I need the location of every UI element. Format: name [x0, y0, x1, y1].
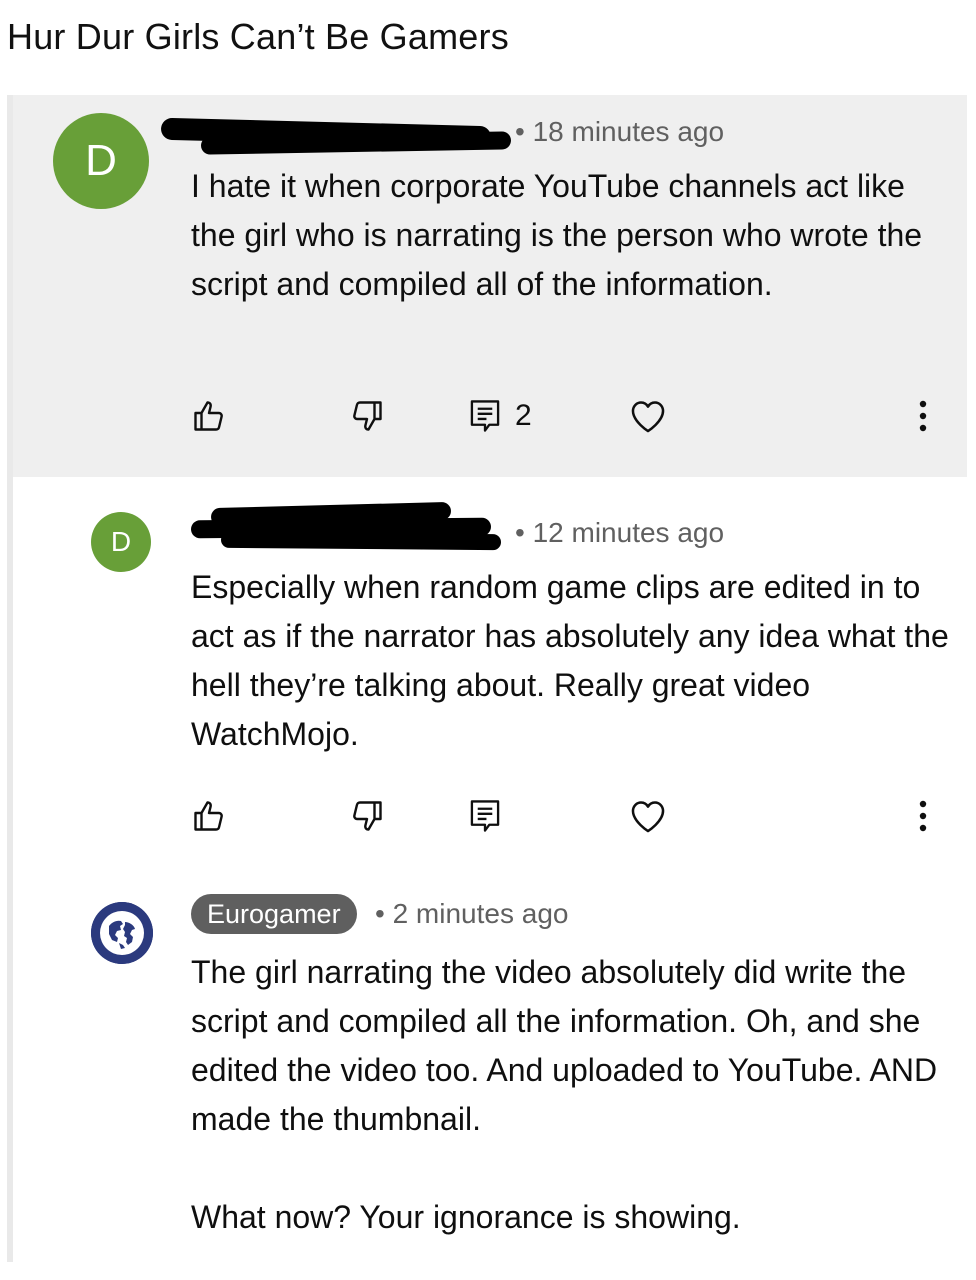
comment-time: • 12 minutes ago	[515, 517, 725, 548]
avatar[interactable]: D	[91, 512, 151, 572]
comment-actions	[191, 791, 951, 841]
eurogamer-avatar[interactable]	[91, 902, 153, 964]
comment-text: I hate it when corporate YouTube channel…	[191, 168, 923, 302]
thumbs-down-icon	[353, 801, 382, 831]
heart-icon	[631, 801, 665, 833]
dislike-button[interactable]	[349, 391, 385, 441]
redacted-username	[220, 531, 502, 551]
globe-logo-icon	[91, 902, 153, 964]
more-vertical-icon	[919, 400, 927, 432]
heart-icon	[631, 401, 665, 433]
like-button[interactable]	[191, 391, 227, 441]
comment-1: D • 18 minutes ago I hate it when corpor…	[13, 95, 967, 477]
comment-text: The girl narrating the video absolutely …	[191, 954, 938, 1235]
more-options-button[interactable]	[917, 391, 929, 441]
heart-button[interactable]	[629, 391, 667, 441]
comment-time: • 18 minutes ago	[515, 116, 725, 147]
thumbs-up-icon	[194, 401, 223, 431]
comment-text: Especially when random game clips are ed…	[191, 569, 949, 752]
comment-time: • 2 minutes ago	[375, 898, 569, 929]
more-vertical-icon	[919, 800, 927, 832]
comment-meta: Eurogamer • 2 minutes ago	[191, 894, 951, 934]
like-button[interactable]	[191, 791, 227, 841]
comment-icon	[470, 400, 500, 432]
avatar[interactable]: D	[53, 113, 149, 209]
comment-actions: 2	[191, 391, 951, 441]
dislike-button[interactable]	[349, 791, 385, 841]
more-options-button[interactable]	[917, 791, 929, 841]
reply-button[interactable]	[469, 791, 501, 841]
thumbs-up-icon	[194, 801, 223, 831]
comment-meta: • 12 minutes ago	[190, 501, 951, 553]
comment-icon	[470, 800, 500, 832]
author-chip[interactable]: Eurogamer	[191, 894, 357, 934]
reply-button[interactable]: 2	[469, 391, 532, 441]
post-title: Hur Dur Girls Can’t Be Gamers	[7, 16, 509, 57]
comment-3: Eurogamer • 2 minutes ago The girl narra…	[13, 882, 967, 1262]
comment-2: D • 12 minutes ago Especially when rando…	[13, 477, 967, 882]
reply-count: 2	[515, 399, 532, 432]
youtube-comments-screenshot: D • 18 minutes ago I hate it when corpor…	[7, 95, 967, 1262]
heart-button[interactable]	[629, 791, 667, 841]
thumbs-down-icon	[353, 401, 382, 431]
comment-meta: • 18 minutes ago	[160, 112, 951, 155]
